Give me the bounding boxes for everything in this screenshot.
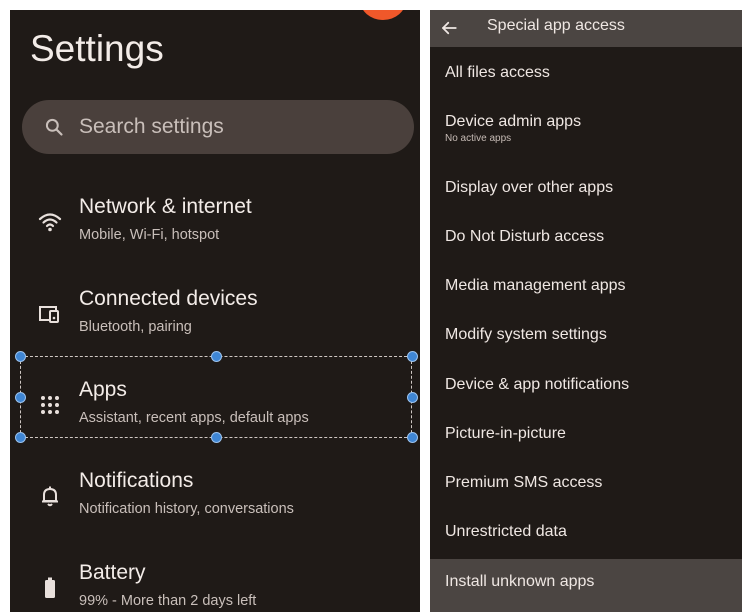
- page-title: Settings: [30, 28, 164, 69]
- search-placeholder: Search settings: [79, 115, 224, 138]
- avatar[interactable]: [360, 10, 406, 20]
- resize-handle[interactable]: [407, 432, 418, 443]
- list-item-label: Device & app notifications: [445, 376, 630, 393]
- list-item[interactable]: Device & app notifications: [430, 362, 742, 411]
- resize-handle[interactable]: [15, 392, 26, 403]
- list-item[interactable]: Do Not Disturb access: [430, 214, 742, 263]
- resize-handle[interactable]: [211, 432, 222, 443]
- list-item-install-unknown-apps[interactable]: Install unknown apps: [430, 559, 742, 612]
- list-item-label: Unrestricted data: [445, 523, 567, 540]
- resize-handle[interactable]: [15, 432, 26, 443]
- list-item[interactable]: All files access: [430, 50, 742, 99]
- settings-item-subtitle: Bluetooth, pairing: [79, 319, 192, 335]
- search-bar[interactable]: Search settings: [22, 100, 414, 154]
- page-title: Special app access: [487, 17, 625, 34]
- settings-item-notifications[interactable]: Notifications Notification history, conv…: [10, 454, 420, 544]
- special-app-access-screen: Special app access All files access Devi…: [430, 10, 742, 612]
- list-item-label: Do Not Disturb access: [445, 228, 605, 245]
- settings-item-title: Connected devices: [79, 287, 258, 310]
- list-item[interactable]: Device admin apps No active apps: [430, 99, 742, 148]
- list-item[interactable]: Display over other apps: [430, 165, 742, 214]
- settings-item-subtitle: Mobile, Wi-Fi, hotspot: [79, 227, 220, 243]
- resize-handle[interactable]: [15, 351, 26, 362]
- list-item-label: Device admin apps: [445, 113, 582, 130]
- resize-handle[interactable]: [407, 351, 418, 362]
- bell-icon: [42, 486, 58, 507]
- settings-screen: Settings Search settings Network & inter…: [10, 10, 420, 612]
- list-item[interactable]: Premium SMS access: [430, 460, 742, 509]
- settings-item-network[interactable]: Network & internet Mobile, Wi-Fi, hotspo…: [10, 180, 420, 270]
- settings-item-battery[interactable]: Battery 99% - More than 2 days left: [10, 546, 420, 612]
- list-item-label: All files access: [445, 64, 550, 81]
- settings-item-subtitle: Notification history, conversations: [79, 501, 294, 517]
- settings-item-subtitle: 99% - More than 2 days left: [79, 593, 257, 609]
- settings-item-title: Network & internet: [79, 195, 252, 218]
- list-item[interactable]: Media management apps: [430, 263, 742, 312]
- list-item-label: Display over other apps: [445, 179, 614, 196]
- list-item-label: Install unknown apps: [445, 573, 595, 590]
- list-item-label: Premium SMS access: [445, 474, 603, 491]
- list-item[interactable]: Picture-in-picture: [430, 411, 742, 460]
- app-bar: Special app access: [430, 10, 742, 47]
- settings-item-title: Battery: [79, 561, 146, 584]
- back-arrow-icon[interactable]: [440, 19, 458, 37]
- list-item-label: Picture-in-picture: [445, 425, 566, 442]
- resize-handle[interactable]: [407, 392, 418, 403]
- resize-handle[interactable]: [211, 351, 222, 362]
- list-item[interactable]: Modify system settings: [430, 312, 742, 361]
- search-icon: [45, 118, 63, 136]
- list-item-label: Modify system settings: [445, 326, 607, 343]
- list-item-label: Media management apps: [445, 277, 626, 294]
- devices-icon: [39, 306, 59, 323]
- battery-icon: [45, 577, 55, 598]
- settings-item-title: Notifications: [79, 469, 194, 492]
- selection-box: [20, 356, 412, 438]
- list-item[interactable]: Unrestricted data: [430, 509, 742, 558]
- settings-item-connected-devices[interactable]: Connected devices Bluetooth, pairing: [10, 272, 420, 362]
- list-item-subtitle: No active apps: [445, 133, 512, 144]
- wifi-icon: [38, 213, 62, 232]
